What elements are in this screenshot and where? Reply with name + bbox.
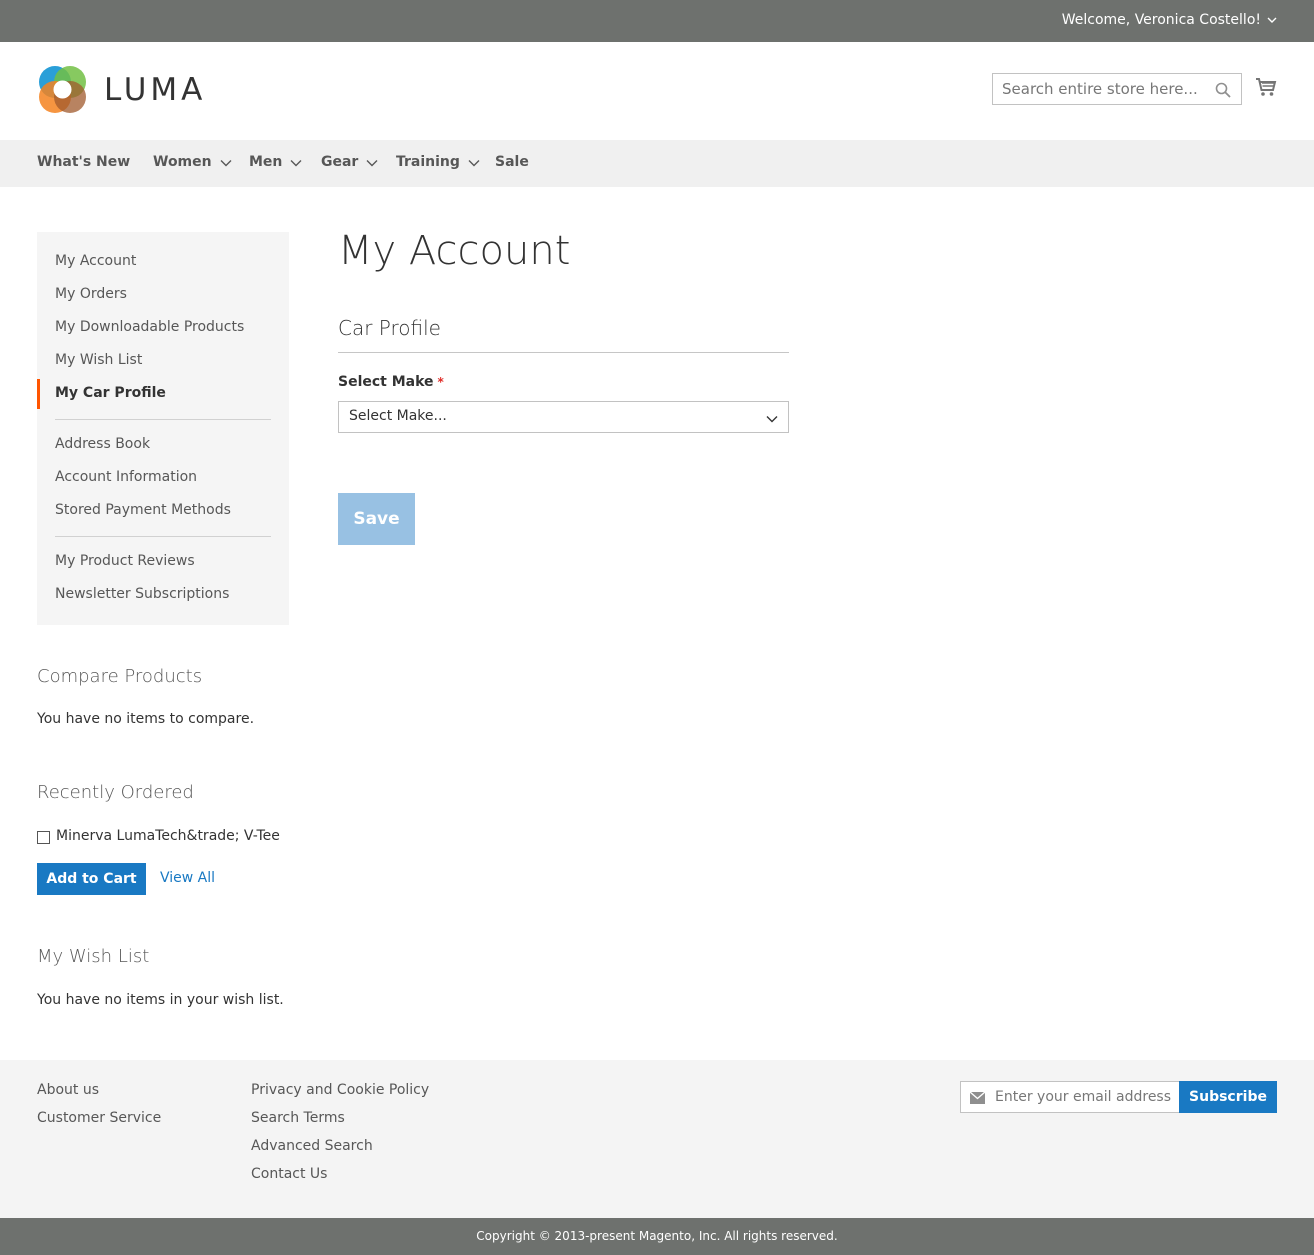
nav-women[interactable]: Women bbox=[153, 154, 232, 170]
chevron-down-icon bbox=[766, 416, 778, 423]
view-all-link[interactable]: View All bbox=[160, 870, 215, 886]
logo[interactable]: LUMA bbox=[37, 64, 206, 115]
search-icon[interactable] bbox=[1215, 82, 1231, 98]
subscribe-button[interactable]: Subscribe bbox=[1179, 1081, 1277, 1113]
recently-ordered-item-name: Minerva LumaTech&trade; V-Tee bbox=[56, 828, 280, 844]
sidebar-divider bbox=[55, 419, 271, 420]
copyright-text: Copyright © 2013-present Magento, Inc. A… bbox=[476, 1229, 838, 1243]
chevron-down-icon bbox=[220, 160, 232, 167]
top-bar: Welcome, Veronica Costello! bbox=[0, 0, 1314, 42]
nav-gear[interactable]: Gear bbox=[321, 154, 378, 170]
search-input[interactable] bbox=[993, 74, 1203, 104]
account-sidebar: My Account My Orders My Downloadable Pro… bbox=[37, 232, 289, 625]
save-button[interactable]: Save bbox=[338, 493, 415, 545]
sidebar-item-newsletter[interactable]: Newsletter Subscriptions bbox=[55, 586, 229, 602]
customer-menu[interactable]: Welcome, Veronica Costello! bbox=[1062, 12, 1277, 28]
recently-ordered-title: Recently Ordered bbox=[37, 782, 194, 803]
search-box bbox=[992, 73, 1242, 105]
compare-empty-text: You have no items to compare. bbox=[37, 711, 255, 727]
chevron-down-icon bbox=[366, 160, 378, 167]
select-make-dropdown[interactable]: Select Make... bbox=[338, 401, 789, 433]
main-navigation: What's New Women Men Gear Training Sale bbox=[0, 140, 1314, 187]
nav-label: Sale bbox=[495, 154, 529, 170]
select-make-value: Select Make... bbox=[349, 408, 447, 424]
welcome-text: Welcome, Veronica Costello! bbox=[1061, 12, 1261, 28]
sidebar-item-product-reviews[interactable]: My Product Reviews bbox=[55, 553, 195, 569]
newsletter-box bbox=[960, 1081, 1180, 1113]
logo-text: LUMA bbox=[104, 71, 207, 108]
sidebar-item-wish-list[interactable]: My Wish List bbox=[55, 352, 142, 368]
footer-link-advanced-search[interactable]: Advanced Search bbox=[251, 1138, 373, 1154]
nav-label: What's New bbox=[37, 154, 131, 170]
add-to-cart-button[interactable]: Add to Cart bbox=[37, 863, 146, 895]
sidebar-divider bbox=[55, 536, 271, 537]
nav-label: Men bbox=[249, 154, 283, 170]
nav-whats-new[interactable]: What's New bbox=[37, 154, 130, 170]
select-make-label: Select Make bbox=[338, 374, 434, 390]
required-mark: * bbox=[437, 375, 444, 389]
nav-training[interactable]: Training bbox=[396, 154, 480, 170]
wishlist-empty-text: You have no items in your wish list. bbox=[37, 992, 284, 1008]
page-title: My Account bbox=[338, 228, 571, 274]
copyright-bar: Copyright © 2013-present Magento, Inc. A… bbox=[0, 1218, 1314, 1255]
footer-link-about[interactable]: About us bbox=[37, 1082, 99, 1098]
luma-logo-icon bbox=[39, 66, 86, 113]
wishlist-title: My Wish List bbox=[37, 946, 150, 967]
footer-link-contact[interactable]: Contact Us bbox=[251, 1166, 327, 1182]
recently-ordered-item: Minerva LumaTech&trade; V-Tee bbox=[37, 828, 280, 844]
nav-men[interactable]: Men bbox=[249, 154, 302, 170]
sidebar-item-car-profile[interactable]: My Car Profile bbox=[55, 385, 166, 401]
nav-label: Gear bbox=[321, 154, 359, 170]
nav-label: Women bbox=[153, 154, 212, 170]
item-checkbox[interactable] bbox=[37, 831, 50, 844]
active-indicator bbox=[37, 379, 40, 409]
sidebar-item-my-orders[interactable]: My Orders bbox=[55, 286, 127, 302]
nav-sale[interactable]: Sale bbox=[495, 154, 529, 170]
chevron-down-icon bbox=[468, 160, 480, 167]
mail-icon bbox=[970, 1092, 985, 1104]
field-label: Select Make * bbox=[338, 374, 444, 390]
footer-link-search-terms[interactable]: Search Terms bbox=[251, 1110, 345, 1126]
sidebar-item-stored-payment-methods[interactable]: Stored Payment Methods bbox=[55, 502, 231, 518]
footer-link-customer-service[interactable]: Customer Service bbox=[37, 1110, 161, 1126]
section-divider bbox=[338, 352, 789, 353]
chevron-down-icon bbox=[290, 160, 302, 167]
section-title: Car Profile bbox=[338, 316, 441, 340]
footer-link-privacy[interactable]: Privacy and Cookie Policy bbox=[251, 1082, 429, 1098]
sidebar-item-downloadable-products[interactable]: My Downloadable Products bbox=[55, 319, 244, 335]
chevron-down-icon bbox=[1267, 17, 1277, 23]
newsletter-email-input[interactable] bbox=[995, 1082, 1175, 1112]
sidebar-item-account-information[interactable]: Account Information bbox=[55, 469, 197, 485]
cart-icon[interactable] bbox=[1255, 76, 1277, 98]
sidebar-item-my-account[interactable]: My Account bbox=[55, 253, 136, 269]
compare-title: Compare Products bbox=[37, 666, 203, 687]
sidebar-item-address-book[interactable]: Address Book bbox=[55, 436, 150, 452]
nav-label: Training bbox=[396, 154, 460, 170]
